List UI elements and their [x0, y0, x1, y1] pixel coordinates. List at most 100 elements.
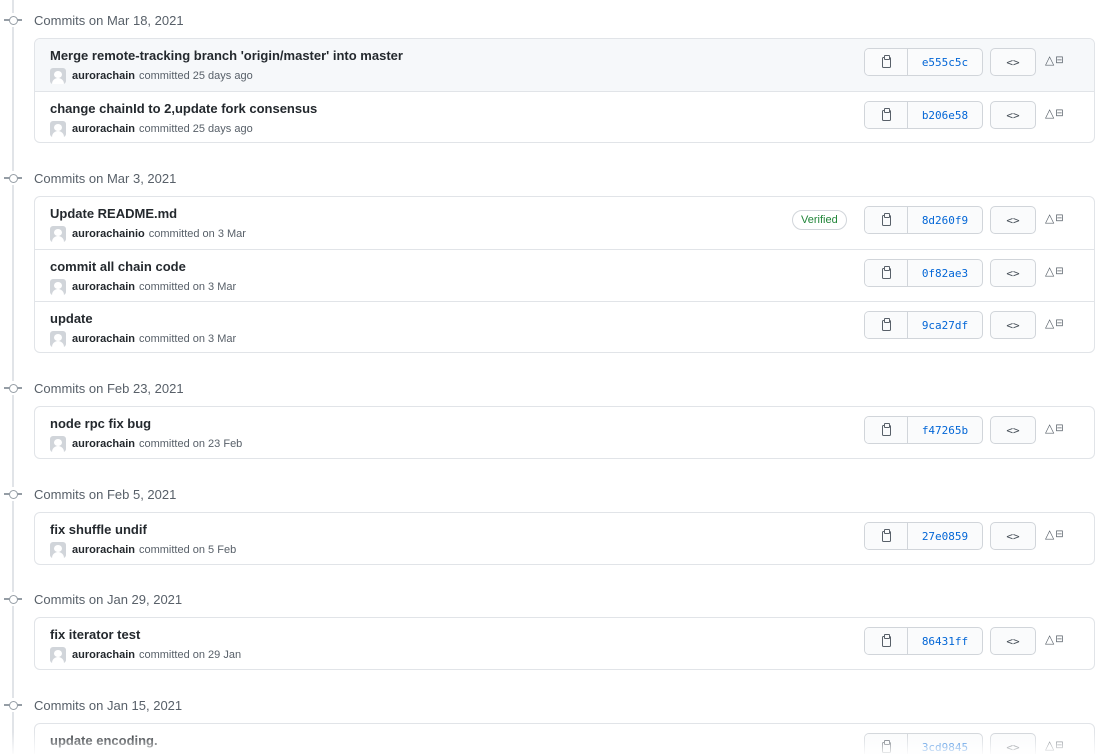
commit-list: fix iterator test aurorachain committed on… [34, 617, 1095, 670]
clipboard-icon [881, 422, 891, 436]
commit-message-link[interactable]: commit all chain code [50, 259, 186, 274]
clipboard-icon [881, 739, 891, 753]
commit-sha-group: 27e0859 [864, 522, 983, 550]
copy-sha-button[interactable] [865, 260, 908, 286]
copy-sha-button[interactable] [865, 49, 908, 75]
commit-extra-icon[interactable]: △ ⊟ [1045, 53, 1064, 67]
commit-message-link[interactable]: fix iterator test [50, 627, 140, 642]
commit-extra-icon[interactable]: △ ⊟ [1045, 211, 1064, 225]
commit-group-date: Commits on Mar 18, 2021 [0, 7, 1100, 33]
avatar[interactable] [50, 331, 66, 347]
avatar[interactable] [50, 68, 66, 84]
browse-code-button[interactable]: <> [990, 522, 1036, 550]
commit-author-link[interactable]: aurorachainio [72, 228, 145, 240]
browse-code-button[interactable]: <> [990, 627, 1036, 655]
commit-sha-link[interactable]: 9ca27df [908, 312, 982, 338]
commit-author-link[interactable]: aurorachain [72, 281, 135, 293]
commit-sha-link[interactable]: f47265b [908, 417, 982, 443]
commit-row: Merge remote-tracking branch 'origin/mas… [35, 39, 1094, 91]
avatar[interactable] [50, 542, 66, 558]
browse-code-button[interactable]: <> [990, 206, 1036, 234]
browse-code-button[interactable]: <> [990, 733, 1036, 754]
commit-row: fix shuffle undif aurorachain committed on… [35, 513, 1094, 564]
triangle-icon: △ [1045, 527, 1055, 541]
avatar[interactable] [50, 121, 66, 137]
commit-sha-link[interactable]: e555c5c [908, 49, 982, 75]
browse-code-button[interactable]: <> [990, 101, 1036, 129]
square-icon: ⊟ [1055, 633, 1064, 645]
copy-sha-button[interactable] [865, 417, 908, 443]
commit-author-link[interactable]: aurorachain [72, 544, 135, 556]
browse-code-button[interactable]: <> [990, 259, 1036, 287]
commit-meta: aurorachain committed 25 days ago [50, 120, 253, 138]
commit-time: committed on 29 Jan [138, 649, 242, 661]
commit-author-link[interactable]: aurorachain [72, 123, 135, 135]
commit-message-link[interactable]: update [50, 311, 93, 326]
browse-code-button[interactable]: <> [990, 416, 1036, 444]
commit-message-link[interactable]: update encoding. [50, 733, 158, 748]
commit-meta: aurorachain committed 25 days ago [50, 67, 253, 85]
commit-sha-group: 3cd9845 [864, 733, 983, 754]
browse-code-button[interactable]: <> [990, 311, 1036, 339]
commit-sha-group: 0f82ae3 [864, 259, 983, 287]
commit-extra-icon[interactable]: △ ⊟ [1045, 421, 1064, 435]
commit-extra-icon[interactable]: △ ⊟ [1045, 738, 1064, 752]
commit-meta: aurorachain committed on 5 Feb [50, 541, 236, 559]
avatar[interactable] [50, 647, 66, 663]
commit-extra-icon[interactable]: △ ⊟ [1045, 264, 1064, 278]
square-icon: ⊟ [1055, 265, 1064, 277]
commit-sha-group: b206e58 [864, 101, 983, 129]
commit-group: Commits on Feb 23, 2021 node rpc fix bug a… [0, 375, 1100, 459]
commit-message-link[interactable]: change chainId to 2,update fork consensu… [50, 101, 317, 116]
commit-author-link[interactable]: aurorachain [72, 649, 135, 661]
commit-sha-link[interactable]: 8d260f9 [908, 207, 982, 233]
commit-sha-link[interactable]: 86431ff [908, 628, 982, 654]
commit-group: Commits on Feb 5, 2021 fix shuffle undif a… [0, 481, 1100, 565]
commit-author-link[interactable]: aurorachain [72, 438, 135, 450]
commit-time: committed on 3 Mar [148, 228, 246, 240]
copy-sha-button[interactable] [865, 628, 908, 654]
triangle-icon: △ [1045, 632, 1055, 646]
clipboard-icon [881, 633, 891, 647]
commit-row: Update README.md aurorachainio committed o… [35, 197, 1094, 249]
square-icon: ⊟ [1055, 317, 1064, 329]
commit-sha-link[interactable]: b206e58 [908, 102, 982, 128]
triangle-icon: △ [1045, 211, 1055, 225]
commit-group-date: Commits on Jan 29, 2021 [0, 586, 1100, 612]
commit-sha-link[interactable]: 3cd9845 [908, 734, 982, 754]
commit-sha-group: f47265b [864, 416, 983, 444]
clipboard-icon [881, 528, 891, 542]
commit-group-date: Commits on Jan 15, 2021 [0, 692, 1100, 718]
copy-sha-button[interactable] [865, 312, 908, 338]
commit-author-link[interactable]: aurorachain [72, 70, 135, 82]
avatar[interactable] [50, 436, 66, 452]
commit-group: Commits on Mar 3, 2021 Update README.md au… [0, 165, 1100, 353]
commit-group: Commits on Mar 18, 2021 Merge remote-trac… [0, 7, 1100, 143]
verified-badge[interactable]: Verified [792, 210, 847, 230]
commit-sha-link[interactable]: 0f82ae3 [908, 260, 982, 286]
avatar[interactable] [50, 279, 66, 295]
commit-message-link[interactable]: Merge remote-tracking branch 'origin/mas… [50, 48, 403, 63]
copy-sha-button[interactable] [865, 207, 908, 233]
commit-extra-icon[interactable]: △ ⊟ [1045, 632, 1064, 646]
commit-group: Commits on Jan 15, 2021 update encoding. 3… [0, 692, 1100, 754]
square-icon: ⊟ [1055, 739, 1064, 751]
commit-message-link[interactable]: node rpc fix bug [50, 416, 151, 431]
commit-message-link[interactable]: fix shuffle undif [50, 522, 147, 537]
clipboard-icon [881, 212, 891, 226]
commit-history: Commits on Mar 18, 2021 Merge remote-trac… [0, 0, 1100, 754]
browse-code-button[interactable]: <> [990, 48, 1036, 76]
commit-extra-icon[interactable]: △ ⊟ [1045, 106, 1064, 120]
copy-sha-button[interactable] [865, 102, 908, 128]
copy-sha-button[interactable] [865, 523, 908, 549]
copy-sha-button[interactable] [865, 734, 908, 754]
avatar[interactable] [50, 226, 66, 242]
triangle-icon: △ [1045, 264, 1055, 278]
commit-author-link[interactable]: aurorachain [72, 333, 135, 345]
commit-time: committed on 5 Feb [138, 544, 237, 556]
clipboard-icon [881, 317, 891, 331]
commit-message-link[interactable]: Update README.md [50, 206, 177, 221]
commit-sha-link[interactable]: 27e0859 [908, 523, 982, 549]
commit-extra-icon[interactable]: △ ⊟ [1045, 527, 1064, 541]
commit-extra-icon[interactable]: △ ⊟ [1045, 316, 1064, 330]
